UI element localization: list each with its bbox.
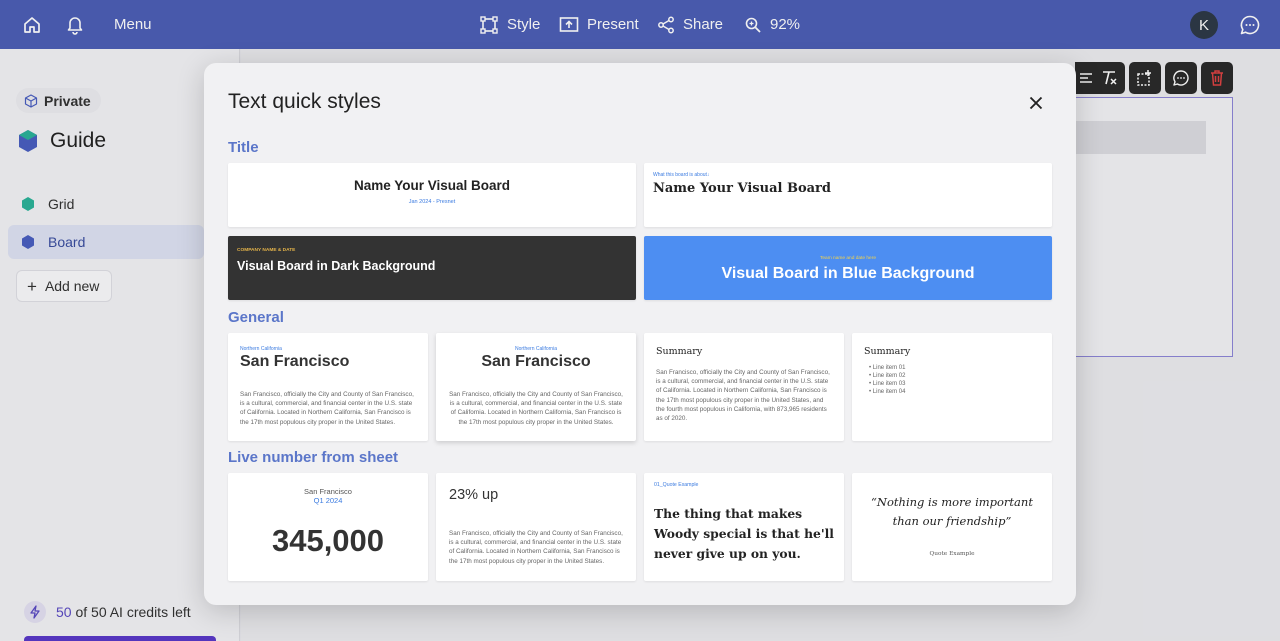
card-heading: 23% up [449, 487, 499, 503]
card-eyebrow: 01_Quote Example [654, 482, 699, 488]
list-item: • Line item 01 [869, 365, 906, 371]
card-heading: Name Your Visual Board [353, 178, 511, 193]
card-eyebrow: What this board is about↓ [653, 172, 710, 178]
card-body: San Francisco, officially the City and C… [656, 369, 830, 423]
section-live-number-label: Live number from sheet [228, 449, 399, 466]
card-heading: San Francisco [481, 353, 591, 370]
list-item: • Line item 03 [869, 381, 906, 387]
style-card-summary-paragraph[interactable]: Summary San Francisco, officially the Ci… [644, 333, 844, 441]
card-heading: Visual Board in Blue Background [721, 265, 975, 282]
card-body: San Francisco, officially the City and C… [449, 391, 623, 426]
style-card-title-dark[interactable]: COMPANY NAME & DATE Visual Board in Dark… [228, 236, 636, 300]
card-heading: Summary [864, 346, 911, 357]
card-body: San Francisco, officially the City and C… [449, 530, 623, 565]
card-eyebrow: Northern California [240, 346, 282, 352]
card-heading: Name Your Visual Board [653, 181, 831, 196]
style-card-live-number[interactable]: San Francisco Q1 2024 345,000 [228, 473, 428, 581]
card-quote: The thing that makes Woody special is th… [654, 506, 834, 561]
card-heading: Visual Board in Dark Background [237, 259, 436, 273]
list-item-label: Line item 01 [872, 365, 906, 371]
close-button[interactable] [1022, 89, 1050, 117]
card-eyebrow: Team name and date here [819, 256, 876, 261]
card-subtitle: Jan 2024 - Presnet [408, 199, 456, 205]
card-eyebrow: COMPANY NAME & DATE [237, 248, 296, 253]
card-heading: Summary [656, 346, 703, 357]
card-heading: San Francisco [240, 353, 350, 370]
list-item-label: Line item 03 [872, 381, 906, 387]
list-item: • Line item 02 [869, 373, 906, 379]
card-period: Q1 2024 [313, 496, 343, 505]
style-card-summary-list[interactable]: Summary • Line item 01 • Line item 02 • … [852, 333, 1052, 441]
card-city: San Francisco [304, 487, 352, 496]
text-quick-styles-dialog: Text quick styles Title Name Your Visual… [204, 63, 1076, 605]
card-number: 345,000 [271, 523, 385, 558]
card-caption: Quote Example [929, 551, 975, 557]
card-quote: “Nothing is more important than our frie… [871, 495, 1033, 528]
style-card-quote-left[interactable]: 01_Quote Example The thing that makes Wo… [644, 473, 844, 581]
style-card-live-percent[interactable]: 23% up San Francisco, officially the Cit… [436, 473, 636, 581]
card-eyebrow: Northern California [515, 346, 557, 352]
card-body: San Francisco, officially the City and C… [240, 391, 414, 426]
close-icon [1029, 96, 1043, 110]
style-card-quote-centered[interactable]: “Nothing is more important than our frie… [852, 473, 1052, 581]
style-card-title-left[interactable]: What this board is about↓ Name Your Visu… [644, 163, 1052, 227]
dialog-title: Text quick styles [228, 90, 381, 113]
section-general-label: General [228, 309, 284, 326]
style-card-general-centered[interactable]: Northern California San Francisco San Fr… [436, 333, 636, 441]
list-item-label: Line item 04 [872, 389, 906, 395]
style-card-title-centered[interactable]: Name Your Visual Board Jan 2024 - Presne… [228, 163, 636, 227]
list-item-label: Line item 02 [872, 373, 906, 379]
list-item: • Line item 04 [869, 389, 906, 395]
style-card-general-left[interactable]: Northern California San Francisco San Fr… [228, 333, 428, 441]
style-card-title-blue[interactable]: Team name and date here Visual Board in … [644, 236, 1052, 300]
section-title-label: Title [228, 139, 259, 156]
